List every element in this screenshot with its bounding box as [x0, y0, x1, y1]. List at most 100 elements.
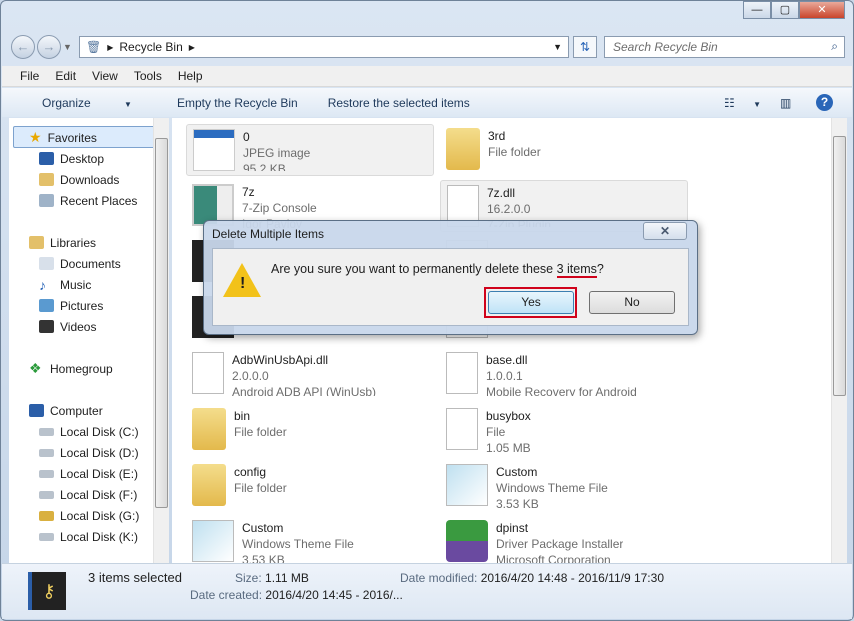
sidebar-scrollbar[interactable]: [153, 118, 169, 563]
caption-buttons: — ▢ ✕: [743, 1, 845, 19]
file-item[interactable]: dpinst Driver Package Installer Microsoft …: [440, 516, 688, 568]
navigation-pane: ★Favorites ★Favorites Desktop Downloads …: [9, 118, 169, 563]
sidebar-item-disk-k[interactable]: Local Disk (K:): [39, 526, 138, 547]
size-value: 1.11 MB: [265, 571, 309, 585]
organize-label: Organize: [42, 95, 91, 110]
scrollbar-thumb[interactable]: [155, 138, 168, 508]
restore-selected-button[interactable]: Restore the selected items: [313, 96, 485, 110]
address-bar[interactable]: 🗑 ▶ Recycle Bin ▶ ▼: [79, 36, 569, 58]
sidebar-label: Computer: [50, 403, 103, 418]
scrollbar-thumb[interactable]: [833, 136, 846, 396]
disk-icon: [39, 448, 54, 457]
sidebar-item-desktop[interactable]: Desktop: [39, 148, 104, 169]
command-bar: Organize ▼ Empty the Recycle Bin Restore…: [2, 88, 852, 117]
file-detail: 95.2 KB: [243, 162, 286, 171]
file-detail: 3.53 KB: [496, 497, 539, 508]
menu-view[interactable]: View: [84, 69, 126, 83]
sidebar-label: Homegroup: [50, 361, 113, 376]
sidebar-item-disk-c[interactable]: Local Disk (C:): [39, 421, 139, 442]
sidebar-item-disk-f[interactable]: Local Disk (F:): [39, 484, 137, 505]
minimize-button[interactable]: —: [743, 1, 771, 19]
menu-file[interactable]: File: [12, 69, 47, 83]
sidebar-label: Pictures: [60, 298, 104, 313]
menu-help[interactable]: Help: [170, 69, 211, 83]
breadcrumb-separator-icon[interactable]: ▶: [107, 43, 113, 52]
dialog-message: Are you sure you want to permanently del…: [271, 262, 604, 278]
close-button[interactable]: ✕: [799, 1, 845, 19]
message-text: Are you sure you want to permanently del…: [271, 262, 557, 276]
help-icon[interactable]: ?: [816, 94, 833, 111]
forward-button[interactable]: →: [37, 35, 61, 59]
file-detail: Mobile Recovery for Android: [486, 385, 637, 396]
dialog-close-button[interactable]: ✕: [643, 222, 687, 240]
file-item[interactable]: bin File folder: [186, 404, 434, 456]
sidebar-label: Favorites: [47, 130, 97, 145]
sidebar-item-pictures[interactable]: Pictures: [39, 295, 103, 316]
sidebar-homegroup[interactable]: ❖ Homegroup: [29, 358, 113, 379]
downloads-icon: [39, 173, 54, 186]
breadcrumb-chevron-icon[interactable]: ▶: [189, 43, 195, 52]
sidebar-item-music[interactable]: ♪ Music: [39, 274, 91, 295]
chevron-down-icon: ▼: [124, 99, 132, 109]
file-item[interactable]: AdbWinUsbApi.dll 2.0.0.0 Android ADB API (…: [186, 348, 434, 400]
sidebar-label: Desktop: [60, 151, 105, 166]
file-name: Custom: [496, 465, 538, 479]
file-type: 2.0.0.0: [232, 369, 269, 383]
sidebar-label: Videos: [60, 319, 97, 334]
message-end: ?: [596, 262, 604, 276]
sidebar-label: Recent Places: [60, 193, 138, 208]
file-type: JPEG image: [243, 146, 311, 160]
sidebar-item-videos[interactable]: Videos: [39, 316, 96, 337]
desktop-icon: [39, 152, 54, 165]
address-dropdown-icon[interactable]: ▼: [553, 42, 562, 52]
no-button[interactable]: No: [589, 291, 675, 314]
selection-count: 3 items selected: [88, 570, 182, 585]
libraries-icon: [29, 236, 44, 249]
sidebar-computer[interactable]: Computer: [29, 400, 103, 421]
file-item[interactable]: 3rd File folder: [440, 124, 688, 176]
disk-icon: [39, 490, 54, 499]
sidebar-libraries[interactable]: Libraries: [29, 232, 96, 253]
file-item[interactable]: Custom Windows Theme File 3.53 KB: [440, 460, 688, 512]
file-name: 7z.dll: [487, 186, 516, 200]
organize-button[interactable]: Organize ▼: [2, 96, 162, 110]
installer-icon: [446, 520, 488, 562]
folder-icon: [192, 464, 226, 506]
view-options-icon[interactable]: ☷ ▼: [724, 96, 776, 110]
file-type: File folder: [234, 481, 287, 495]
file-name: dpinst: [496, 521, 529, 535]
sidebar-item-recent-places[interactable]: Recent Places: [39, 190, 137, 211]
search-input[interactable]: Search Recycle Bin ⌕: [604, 36, 845, 58]
file-item[interactable]: 0 JPEG image 95.2 KB: [186, 124, 434, 176]
sidebar-label: Libraries: [50, 235, 97, 250]
menu-tools[interactable]: Tools: [126, 69, 170, 83]
preview-pane-icon[interactable]: ▥: [780, 96, 791, 110]
recent-places-icon: [39, 194, 54, 207]
jpeg-thumb-icon: [193, 129, 235, 171]
back-button[interactable]: ←: [11, 35, 35, 59]
sidebar-item-disk-e[interactable]: Local Disk (E:): [39, 463, 138, 484]
file-list-scrollbar[interactable]: [831, 118, 847, 563]
refresh-button[interactable]: ⇅: [573, 36, 597, 58]
sidebar-item-disk-g[interactable]: Local Disk (G:): [39, 505, 139, 526]
sidebar-item-downloads[interactable]: Downloads: [39, 169, 119, 190]
empty-recycle-bin-button[interactable]: Empty the Recycle Bin: [162, 96, 313, 110]
sidebar-item-documents[interactable]: Documents: [39, 253, 121, 274]
theme-icon: [192, 520, 234, 562]
file-item[interactable]: busybox File 1.05 MB: [440, 404, 688, 456]
file-type: 16.2.0.0: [487, 202, 531, 216]
item-count: 3 items: [556, 262, 597, 278]
maximize-button[interactable]: ▢: [771, 1, 799, 19]
file-item[interactable]: config File folder: [186, 460, 434, 512]
menu-edit[interactable]: Edit: [47, 69, 84, 83]
breadcrumb-recycle-bin[interactable]: Recycle Bin: [119, 40, 182, 54]
sidebar-label: Local Disk (F:): [60, 487, 138, 502]
system-disk-icon: [39, 427, 54, 436]
disk-icon: [39, 532, 54, 541]
dialog-body: ! Are you sure you want to permanently d…: [212, 248, 689, 326]
sidebar-favorites-label[interactable]: ★ Favorites: [29, 127, 97, 148]
file-item[interactable]: base.dll 1.0.0.1 Mobile Recovery for Andro…: [440, 348, 688, 400]
file-item[interactable]: Custom Windows Theme File 3.53 KB: [186, 516, 434, 568]
recent-pages-dropdown-icon[interactable]: ▼: [63, 35, 72, 59]
sidebar-item-disk-d[interactable]: Local Disk (D:): [39, 442, 139, 463]
